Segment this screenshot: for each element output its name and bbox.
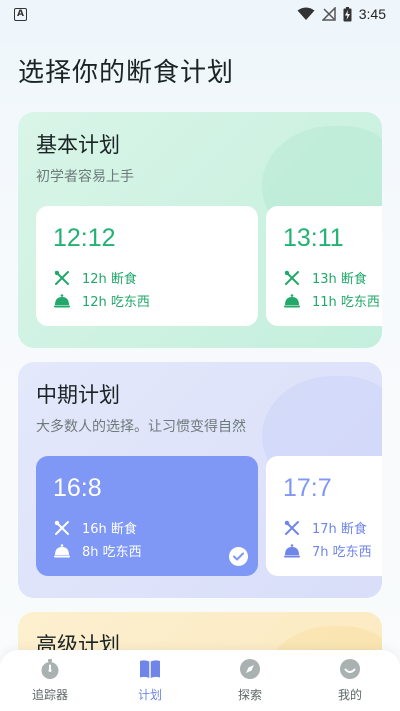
eat-row: 11h 吃东西 <box>283 291 380 310</box>
fast-row: 12h 断食 <box>53 268 137 287</box>
fast-hours: 16h 断食 <box>82 522 137 537</box>
no-signal-icon <box>321 7 336 21</box>
page-title: 选择你的断食计划 <box>18 58 235 88</box>
eat-hours: 8h 吃东西 <box>82 545 142 560</box>
section-title: 基本计划 <box>36 133 120 157</box>
wifi-icon <box>297 7 315 20</box>
fork-knife-icon <box>284 520 299 535</box>
cloche-icon <box>54 543 70 557</box>
cloche-icon <box>54 293 70 307</box>
status-left: A <box>14 7 27 21</box>
nav-label: 探索 <box>237 688 262 702</box>
plan-name: 12:12 <box>53 224 116 252</box>
section-subtitle: 初学者容易上手 <box>36 169 134 185</box>
app-notification-icon: A <box>14 7 27 21</box>
compass-icon <box>240 659 260 679</box>
status-right: 3:45 <box>297 6 386 22</box>
fork-knife-icon <box>54 270 69 285</box>
eat-row: 7h 吃东西 <box>283 541 372 560</box>
eat-hours: 11h 吃东西 <box>312 295 380 310</box>
plan-card-17-7[interactable]: 17:7 17h 断食 7h 吃东西 <box>266 456 382 576</box>
battery-charging-icon <box>343 6 352 21</box>
nav-label: 追踪器 <box>31 688 68 702</box>
status-bar: A 3:45 <box>0 0 400 28</box>
stopwatch-icon <box>41 659 59 679</box>
nav-item-profile[interactable]: 我的 <box>305 650 395 703</box>
plan-card-13-11[interactable]: 13:11 13h 断食 11h 吃东西 <box>266 206 382 326</box>
section-subtitle: 大多数人的选择。让习惯变得自然 <box>36 419 246 435</box>
fast-row: 16h 断食 <box>53 518 137 537</box>
nav-item-plans[interactable]: 计划 <box>105 650 195 703</box>
fast-row: 13h 断食 <box>283 268 367 287</box>
fast-hours: 13h 断食 <box>312 272 367 287</box>
fast-hours: 12h 断食 <box>82 272 137 287</box>
section-title: 中期计划 <box>36 383 120 407</box>
nav-label: 我的 <box>337 688 362 702</box>
plan-name: 17:7 <box>283 474 332 502</box>
bottom-nav: 追踪器 计划 探索 我的 <box>0 650 400 711</box>
nav-label: 计划 <box>137 688 162 702</box>
book-icon <box>140 660 160 678</box>
eat-hours: 12h 吃东西 <box>82 295 150 310</box>
nav-item-tracker[interactable]: 追踪器 <box>5 650 95 703</box>
status-time: 3:45 <box>358 6 386 22</box>
basic-plan-section: 基本计划 初学者容易上手 12:12 12h 断食 12h 吃东西 13:11 <box>18 112 382 348</box>
plan-name: 16:8 <box>53 474 102 502</box>
fast-row: 17h 断食 <box>283 518 367 537</box>
nav-item-explore[interactable]: 探索 <box>205 650 295 703</box>
profile-icon <box>340 659 360 679</box>
fast-hours: 17h 断食 <box>312 522 367 537</box>
fork-knife-icon <box>284 270 299 285</box>
fork-knife-icon <box>54 520 69 535</box>
cloche-icon <box>284 293 300 307</box>
selected-check-icon <box>229 547 248 566</box>
mid-plan-section: 中期计划 大多数人的选择。让习惯变得自然 16:8 16h 断食 8h 吃东西 … <box>18 362 382 598</box>
eat-row: 12h 吃东西 <box>53 291 150 310</box>
plan-card-12-12[interactable]: 12:12 12h 断食 12h 吃东西 <box>36 206 258 326</box>
eat-hours: 7h 吃东西 <box>312 545 372 560</box>
cloche-icon <box>284 543 300 557</box>
eat-row: 8h 吃东西 <box>53 541 142 560</box>
plan-name: 13:11 <box>283 224 344 252</box>
plan-card-16-8[interactable]: 16:8 16h 断食 8h 吃东西 <box>36 456 258 576</box>
